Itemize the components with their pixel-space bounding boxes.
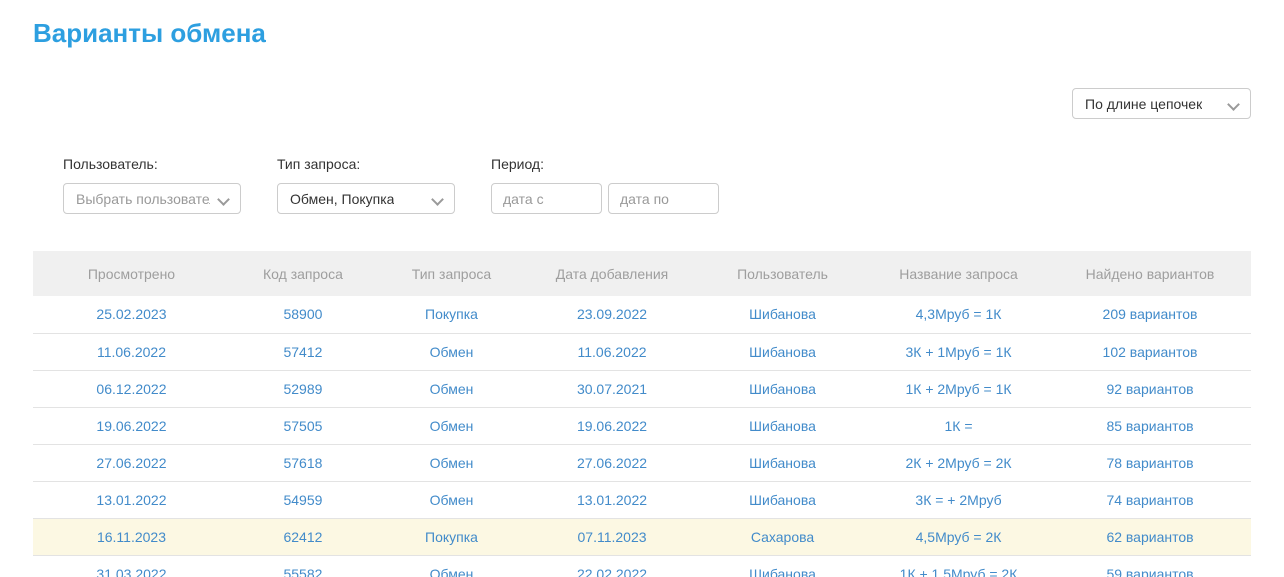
cell-found[interactable]: 85 вариантов — [1049, 407, 1251, 444]
cell-code[interactable]: 54959 — [230, 481, 376, 518]
column-header-user: Пользователь — [697, 251, 868, 296]
cell-user[interactable]: Шибанова — [697, 444, 868, 481]
request-type-filter-group: Тип запроса: Обмен, Покупка — [277, 156, 455, 214]
cell-user[interactable]: Шибанова — [697, 333, 868, 370]
cell-added[interactable]: 30.07.2021 — [527, 370, 697, 407]
requests-table: Просмотрено Код запроса Тип запроса Дата… — [33, 251, 1251, 577]
cell-added[interactable]: 13.01.2022 — [527, 481, 697, 518]
cell-type[interactable]: Обмен — [376, 481, 527, 518]
table-row[interactable]: 31.03.2022 55582 Обмен 22.02.2022 Шибано… — [33, 555, 1251, 577]
cell-found[interactable]: 74 вариантов — [1049, 481, 1251, 518]
cell-type[interactable]: Обмен — [376, 370, 527, 407]
cell-viewed[interactable]: 13.01.2022 — [33, 481, 230, 518]
chevron-down-icon — [218, 194, 228, 204]
cell-user[interactable]: Шибанова — [697, 370, 868, 407]
user-filter-value: Выбрать пользовател — [76, 191, 210, 207]
cell-code[interactable]: 58900 — [230, 296, 376, 333]
page-title: Варианты обмена — [33, 18, 1284, 48]
cell-user[interactable]: Шибанова — [697, 407, 868, 444]
cell-name[interactable]: 1К = — [868, 407, 1049, 444]
table-header: Просмотрено Код запроса Тип запроса Дата… — [33, 251, 1251, 296]
cell-added[interactable]: 27.06.2022 — [527, 444, 697, 481]
cell-added[interactable]: 19.06.2022 — [527, 407, 697, 444]
cell-name[interactable]: 1К + 2Мруб = 1К — [868, 370, 1049, 407]
cell-user[interactable]: Сахарова — [697, 518, 868, 555]
column-header-added: Дата добавления — [527, 251, 697, 296]
sort-bar: По длине цепочек — [0, 88, 1284, 119]
table-row[interactable]: 27.06.2022 57618 Обмен 27.06.2022 Шибано… — [33, 444, 1251, 481]
table-row[interactable]: 11.06.2022 57412 Обмен 11.06.2022 Шибано… — [33, 333, 1251, 370]
column-header-found: Найдено вариантов — [1049, 251, 1251, 296]
cell-user[interactable]: Шибанова — [697, 555, 868, 577]
user-filter-select[interactable]: Выбрать пользовател — [63, 183, 241, 214]
request-type-filter-value: Обмен, Покупка — [290, 191, 394, 207]
column-header-name: Название запроса — [868, 251, 1049, 296]
table-row[interactable]: 16.11.2023 62412 Покупка 07.11.2023 Саха… — [33, 518, 1251, 555]
user-filter-label: Пользователь: — [63, 156, 241, 172]
cell-name[interactable]: 1К + 1.5Мруб = 2К — [868, 555, 1049, 577]
cell-name[interactable]: 4,3Мруб = 1К — [868, 296, 1049, 333]
table-header-row: Просмотрено Код запроса Тип запроса Дата… — [33, 251, 1251, 296]
filters-row: Пользователь: Выбрать пользовател Тип за… — [63, 156, 1284, 214]
cell-found[interactable]: 59 вариантов — [1049, 555, 1251, 577]
chevron-down-icon — [1228, 99, 1238, 109]
cell-name[interactable]: 2К + 2Мруб = 2К — [868, 444, 1049, 481]
date-to-input[interactable] — [608, 183, 719, 214]
cell-type[interactable]: Обмен — [376, 444, 527, 481]
cell-found[interactable]: 209 вариантов — [1049, 296, 1251, 333]
column-header-code: Код запроса — [230, 251, 376, 296]
cell-name[interactable]: 3К + 1Мруб = 1К — [868, 333, 1049, 370]
cell-viewed[interactable]: 31.03.2022 — [33, 555, 230, 577]
cell-name[interactable]: 3К = + 2Мруб — [868, 481, 1049, 518]
cell-viewed[interactable]: 16.11.2023 — [33, 518, 230, 555]
cell-name[interactable]: 4,5Мруб = 2К — [868, 518, 1049, 555]
table-row[interactable]: 19.06.2022 57505 Обмен 19.06.2022 Шибано… — [33, 407, 1251, 444]
cell-code[interactable]: 57412 — [230, 333, 376, 370]
cell-user[interactable]: Шибанова — [697, 481, 868, 518]
cell-viewed[interactable]: 06.12.2022 — [33, 370, 230, 407]
cell-found[interactable]: 62 вариантов — [1049, 518, 1251, 555]
sort-dropdown[interactable]: По длине цепочек — [1072, 88, 1251, 119]
cell-user[interactable]: Шибанова — [697, 296, 868, 333]
cell-code[interactable]: 55582 — [230, 555, 376, 577]
user-filter-group: Пользователь: Выбрать пользовател — [63, 156, 241, 214]
cell-code[interactable]: 52989 — [230, 370, 376, 407]
cell-code[interactable]: 57505 — [230, 407, 376, 444]
sort-dropdown-value: По длине цепочек — [1085, 96, 1202, 112]
cell-type[interactable]: Обмен — [376, 333, 527, 370]
period-filter-label: Период: — [491, 156, 719, 172]
column-header-type: Тип запроса — [376, 251, 527, 296]
exchange-options-page: Варианты обмена По длине цепочек Пользов… — [0, 18, 1284, 577]
cell-found[interactable]: 92 вариантов — [1049, 370, 1251, 407]
cell-viewed[interactable]: 25.02.2023 — [33, 296, 230, 333]
chevron-down-icon — [432, 194, 442, 204]
cell-viewed[interactable]: 27.06.2022 — [33, 444, 230, 481]
request-type-filter-label: Тип запроса: — [277, 156, 455, 172]
cell-code[interactable]: 57618 — [230, 444, 376, 481]
period-date-inputs — [491, 183, 719, 214]
table-row[interactable]: 25.02.2023 58900 Покупка 23.09.2022 Шиба… — [33, 296, 1251, 333]
cell-code[interactable]: 62412 — [230, 518, 376, 555]
cell-added[interactable]: 22.02.2022 — [527, 555, 697, 577]
cell-added[interactable]: 07.11.2023 — [527, 518, 697, 555]
cell-type[interactable]: Покупка — [376, 296, 527, 333]
cell-found[interactable]: 102 вариантов — [1049, 333, 1251, 370]
column-header-viewed: Просмотрено — [33, 251, 230, 296]
cell-type[interactable]: Покупка — [376, 518, 527, 555]
table-row[interactable]: 06.12.2022 52989 Обмен 30.07.2021 Шибано… — [33, 370, 1251, 407]
table-body: 25.02.2023 58900 Покупка 23.09.2022 Шиба… — [33, 296, 1251, 577]
cell-viewed[interactable]: 19.06.2022 — [33, 407, 230, 444]
cell-viewed[interactable]: 11.06.2022 — [33, 333, 230, 370]
request-type-filter-select[interactable]: Обмен, Покупка — [277, 183, 455, 214]
cell-type[interactable]: Обмен — [376, 555, 527, 577]
cell-added[interactable]: 23.09.2022 — [527, 296, 697, 333]
cell-added[interactable]: 11.06.2022 — [527, 333, 697, 370]
date-from-input[interactable] — [491, 183, 602, 214]
cell-found[interactable]: 78 вариантов — [1049, 444, 1251, 481]
table-row[interactable]: 13.01.2022 54959 Обмен 13.01.2022 Шибано… — [33, 481, 1251, 518]
period-filter-group: Период: — [491, 156, 719, 214]
cell-type[interactable]: Обмен — [376, 407, 527, 444]
